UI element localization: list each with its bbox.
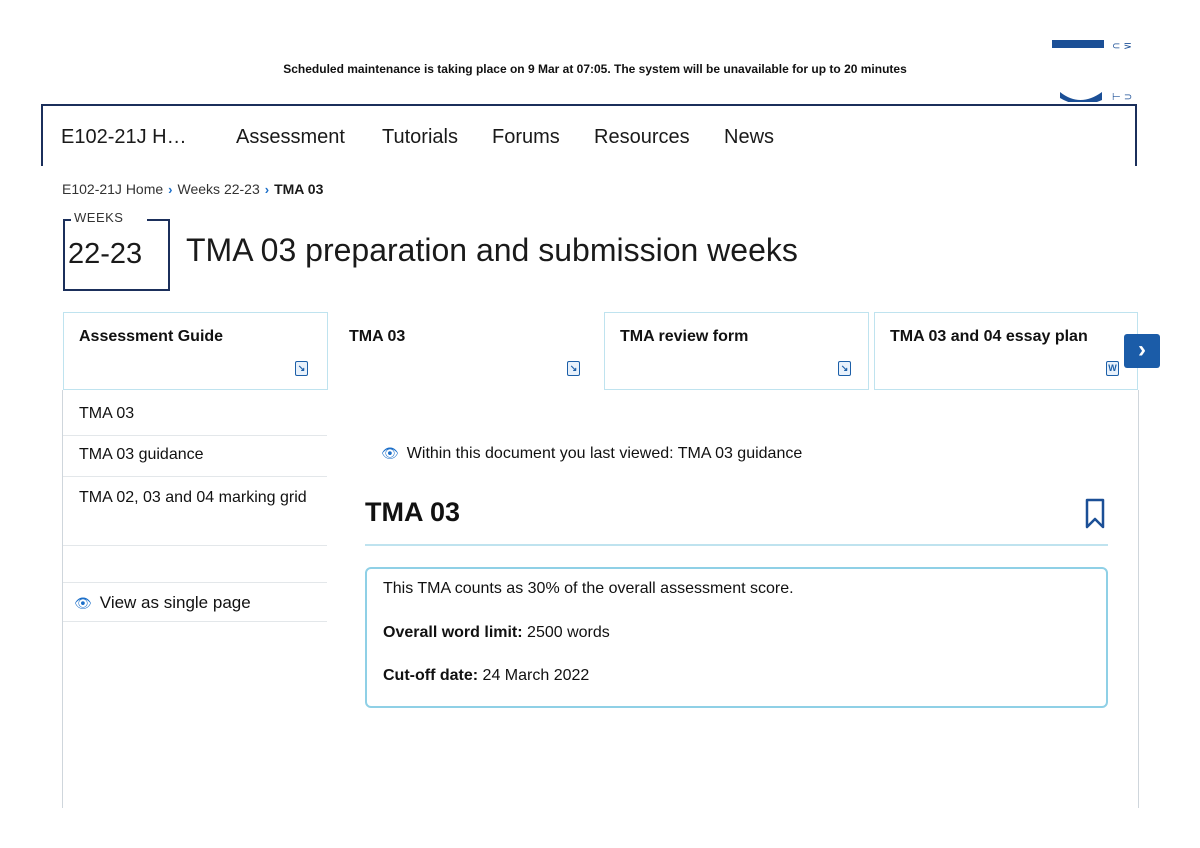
toc-item-marking-grid[interactable]: TMA 02, 03 and 04 marking grid: [63, 486, 327, 510]
nav-tutorials[interactable]: Tutorials: [382, 126, 458, 149]
eye-icon: 👁: [381, 445, 399, 461]
svg-text:⊢ ⊃: ⊢ ⊃: [1112, 92, 1132, 102]
toc-divider: [63, 435, 327, 436]
week-label: WEEKS: [74, 210, 124, 225]
maintenance-banner: Scheduled maintenance is taking place on…: [283, 62, 907, 76]
toc-divider: [63, 545, 327, 546]
nav-module-home[interactable]: E102-21J H…: [61, 126, 187, 149]
week-box-border: [147, 219, 168, 221]
toc-divider: [63, 621, 327, 622]
document-icon: ↘: [838, 361, 851, 376]
nav-news[interactable]: News: [724, 126, 774, 149]
heading-divider: [365, 544, 1108, 546]
nav-assessment[interactable]: Assessment: [236, 126, 345, 149]
toc-divider: [63, 476, 327, 477]
week-number: 22-23: [68, 238, 143, 270]
cutoff-label: Cut-off date:: [383, 667, 479, 684]
breadcrumb-weeks-link[interactable]: Weeks 22-23: [178, 181, 260, 197]
document-icon: ↘: [295, 361, 308, 376]
breadcrumb-home-link[interactable]: E102-21J Home: [62, 181, 163, 197]
assessment-info-box: This TMA counts as 30% of the overall as…: [365, 567, 1108, 708]
chevron-right-icon: ›: [168, 182, 173, 197]
tab-label: TMA 03: [349, 328, 406, 345]
toc-divider: [63, 582, 327, 583]
view-single-label: View as single page: [99, 593, 251, 612]
word-limit-label: Overall word limit:: [383, 624, 523, 641]
info-weighting: This TMA counts as 30% of the overall as…: [383, 580, 794, 597]
toc-item-tma-03-guidance[interactable]: TMA 03 guidance: [63, 446, 327, 464]
document-heading: TMA 03: [365, 497, 461, 527]
info-cutoff: Cut-off date: 24 March 2022: [383, 667, 589, 685]
breadcrumb-current: TMA 03: [274, 181, 324, 197]
view-single-page-link[interactable]: 👁 View as single page: [74, 593, 251, 613]
tab-essay-plan[interactable]: TMA 03 and 04 essay plan W: [874, 312, 1138, 390]
info-word-limit: Overall word limit: 2500 words: [383, 624, 610, 642]
tab-label: TMA review form: [620, 328, 749, 345]
tabs-next-button[interactable]: ›: [1124, 334, 1160, 368]
tab-label: Assessment Guide: [79, 328, 224, 345]
university-logo[interactable]: ⊂ ⋝ ⊢ ⊃: [1050, 40, 1150, 102]
document-icon: ↘: [567, 361, 580, 376]
tab-label: TMA 03 and 04 essay plan: [890, 328, 1088, 345]
chevron-right-icon: ›: [264, 182, 270, 197]
svg-text:⊂ ⋝: ⊂ ⋝: [1112, 41, 1132, 52]
nav-forums[interactable]: Forums: [492, 126, 560, 149]
breadcrumb: E102-21J Home › Weeks 22-23 › TMA 03: [62, 181, 323, 197]
bookmark-icon[interactable]: [1085, 498, 1105, 530]
last-viewed-text: Within this document you last viewed: TM…: [406, 445, 803, 462]
last-viewed-notice[interactable]: 👁 Within this document you last viewed: T…: [381, 445, 802, 463]
panel-border: [1138, 390, 1139, 808]
nav-resources[interactable]: Resources: [594, 126, 690, 149]
chevron-right-icon: ›: [1138, 336, 1146, 363]
toc-item-tma-03[interactable]: TMA 03: [63, 405, 327, 423]
top-navigation: E102-21J H… Assessment Tutorials Forums …: [41, 104, 1137, 166]
page-title: TMA 03 preparation and submission weeks: [186, 232, 798, 268]
word-document-icon: W: [1106, 361, 1119, 376]
tab-tma-review-form[interactable]: TMA review form ↘: [604, 312, 869, 390]
word-limit-value: 2500 words: [527, 624, 610, 641]
eye-icon: 👁: [74, 595, 92, 611]
cutoff-value: 24 March 2022: [482, 667, 590, 684]
week-box-border: [63, 219, 71, 221]
tab-tma-03[interactable]: TMA 03 ↘: [333, 312, 603, 390]
tab-assessment-guide[interactable]: Assessment Guide ↘: [63, 312, 328, 390]
